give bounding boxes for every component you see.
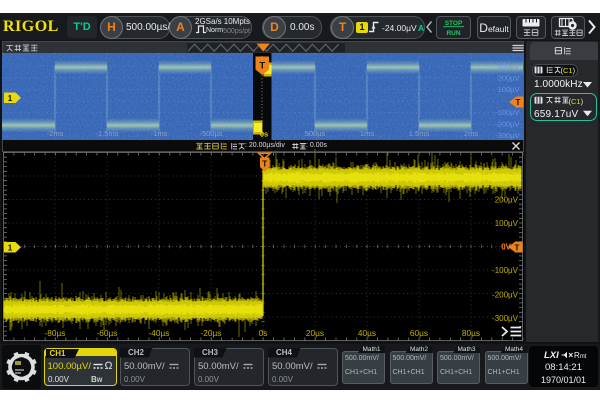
svg-text:100µV: 100µV (498, 85, 520, 94)
svg-text:-60µs: -60µs (97, 328, 118, 338)
svg-text:-80µs: -80µs (45, 328, 66, 338)
svg-text:-1ms: -1ms (151, 129, 168, 138)
svg-text:300µV: 300µV (498, 62, 520, 71)
svg-text:80µs: 80µs (462, 328, 480, 338)
svg-text:1: 1 (8, 94, 13, 103)
svg-text:100µV: 100µV (495, 219, 519, 228)
svg-text:-300µV: -300µV (492, 314, 519, 323)
svg-text:2ms: 2ms (464, 129, 478, 138)
svg-text:-1.5ms: -1.5ms (96, 129, 119, 138)
svg-text:1ms: 1ms (360, 129, 374, 138)
svg-text:-300µV: -300µV (495, 131, 519, 140)
svg-text:200µV: 200µV (498, 74, 520, 83)
svg-text:-100µV: -100µV (495, 108, 519, 117)
svg-text:20µs: 20µs (306, 328, 324, 338)
svg-text:0s: 0s (259, 328, 268, 338)
svg-text:-2ms: -2ms (47, 129, 64, 138)
svg-text:T: T (516, 98, 521, 107)
svg-text:1: 1 (8, 244, 13, 253)
svg-text:40µs: 40µs (358, 328, 376, 338)
svg-text:T: T (515, 243, 520, 252)
svg-text:200µV: 200µV (495, 196, 519, 205)
svg-text:-20µs: -20µs (201, 328, 222, 338)
svg-text:T: T (262, 159, 268, 169)
svg-text:-500µs: -500µs (199, 129, 222, 138)
svg-text:1.5ms: 1.5ms (409, 129, 430, 138)
svg-text:T: T (259, 61, 265, 72)
svg-text:-200µV: -200µV (492, 291, 519, 300)
svg-text:60µs: 60µs (410, 328, 428, 338)
svg-text:-40µs: -40µs (149, 328, 170, 338)
svg-text:0s: 0s (260, 130, 268, 139)
svg-text:-200µV: -200µV (495, 120, 519, 129)
svg-text:500µs: 500µs (305, 129, 326, 138)
svg-text:-100µV: -100µV (492, 266, 519, 275)
